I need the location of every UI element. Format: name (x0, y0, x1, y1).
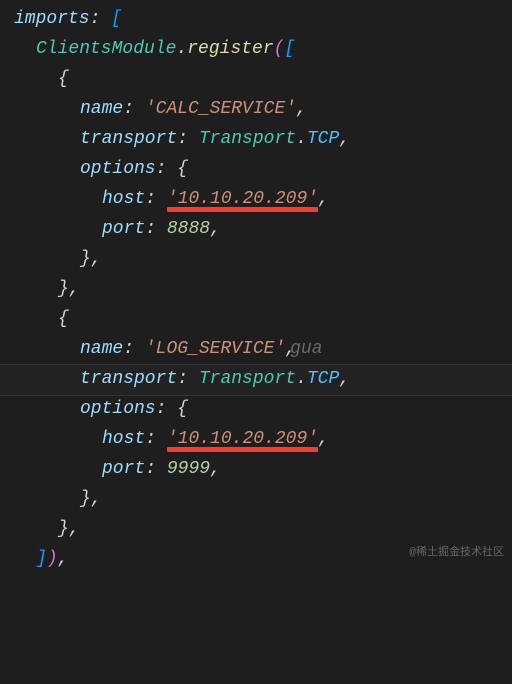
token-property: imports (14, 9, 90, 29)
code-line: options: { (14, 154, 512, 184)
code-line: name: 'LOG_SERVICE',gua (14, 334, 512, 364)
token-property: host (102, 429, 145, 449)
token-number: 9999 (167, 459, 210, 479)
watermark: @稀土掘金技术社区 (409, 538, 504, 568)
token-string-underlined: '10.10.20.209' (167, 189, 318, 209)
code-line: }, (14, 274, 512, 304)
token-number: 8888 (167, 219, 210, 239)
code-line: host: '10.10.20.209', (14, 424, 512, 454)
code-line: }, (14, 244, 512, 274)
code-editor[interactable]: imports: [ ClientsModule.register([ { na… (0, 0, 512, 574)
token-property: name (80, 339, 123, 359)
token-property: options (80, 399, 156, 419)
token-string: 'LOG_SERVICE' (145, 339, 285, 359)
token-method: register (187, 39, 273, 59)
token-class: ClientsModule (36, 39, 176, 59)
code-line: port: 8888, (14, 214, 512, 244)
code-line: transport: Transport.TCP, (14, 124, 512, 154)
inline-suggestion: gua (290, 339, 322, 359)
code-line: options: { (14, 394, 512, 424)
token-string-underlined: '10.10.20.209' (167, 429, 318, 449)
token-class: Transport (199, 369, 296, 389)
code-line: ClientsModule.register([ (14, 34, 512, 64)
code-line: }, (14, 484, 512, 514)
code-line: port: 9999, (14, 454, 512, 484)
token-property: transport (80, 129, 177, 149)
code-line: { (14, 304, 512, 334)
token-property: transport (80, 369, 177, 389)
code-line: name: 'CALC_SERVICE', (14, 94, 512, 124)
token-property: name (80, 99, 123, 119)
token-constant: TCP (307, 129, 339, 149)
token-property: port (102, 219, 145, 239)
code-line: host: '10.10.20.209', (14, 184, 512, 214)
token-class: Transport (199, 129, 296, 149)
code-line: { (14, 64, 512, 94)
token-property: host (102, 189, 145, 209)
code-line: imports: [ (14, 4, 512, 34)
token-string: 'CALC_SERVICE' (145, 99, 296, 119)
token-property: port (102, 459, 145, 479)
token-constant: TCP (307, 369, 339, 389)
token-property: options (80, 159, 156, 179)
